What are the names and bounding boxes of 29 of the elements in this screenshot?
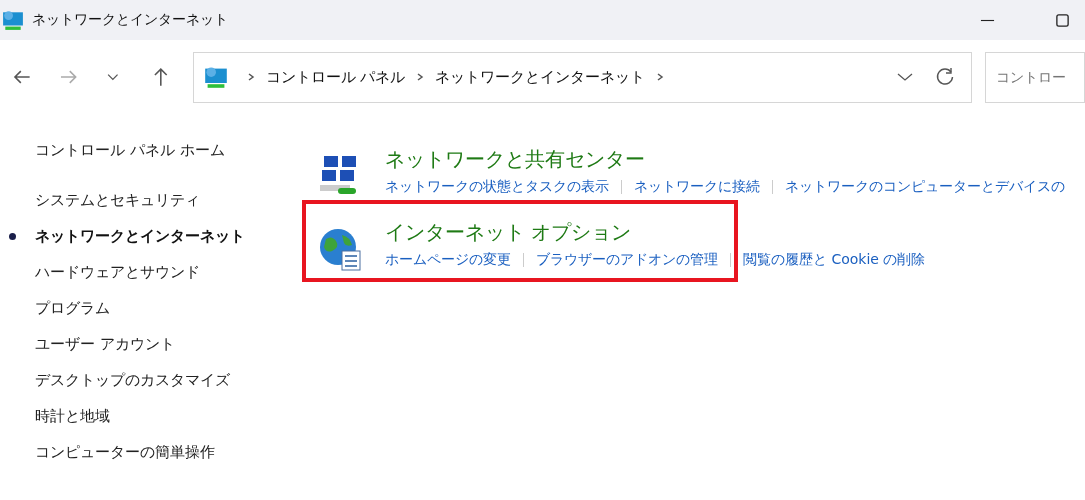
task-link[interactable]: ネットワークに接続 <box>634 178 760 196</box>
breadcrumb[interactable]: ネットワークとインターネット <box>435 67 646 87</box>
monitor-globe-icon <box>2 9 24 31</box>
sidebar-item[interactable]: ネットワークとインターネット <box>35 226 245 246</box>
address-bar[interactable]: コントロール パネル ネットワークとインターネット <box>192 51 972 103</box>
section-title-link[interactable]: インターネット オプション <box>385 219 632 246</box>
sidebar-item[interactable]: ハードウェアとサウンド <box>35 262 200 282</box>
search-field[interactable]: コントロー <box>985 51 1085 103</box>
refresh-icon[interactable] <box>935 67 955 87</box>
window-title: ネットワークとインターネット <box>32 11 228 29</box>
task-link[interactable]: 閲覧の履歴と Cookie の削除 <box>743 251 926 269</box>
sidebar-item[interactable]: コンピューターの簡単操作 <box>35 442 215 462</box>
task-link[interactable]: ブラウザーのアドオンの管理 <box>536 251 718 269</box>
chevron-right-icon <box>415 72 426 82</box>
task-link[interactable]: ネットワークの状態とタスクの表示 <box>385 178 609 196</box>
sidebar-item[interactable]: システムとセキュリティ <box>35 190 200 210</box>
maximize-icon[interactable] <box>1055 12 1070 28</box>
sidebar-item[interactable]: プログラム <box>35 298 110 318</box>
sidebar-item[interactable]: デスクトップのカスタマイズ <box>35 370 230 390</box>
section-title-link[interactable]: ネットワークと共有センター <box>385 146 645 173</box>
chevron-right-icon <box>655 72 666 82</box>
task-link[interactable]: ホームページの変更 <box>385 251 511 269</box>
sidebar-item[interactable]: ユーザー アカウント <box>35 334 175 354</box>
breadcrumb[interactable]: コントロール パネル <box>265 67 406 87</box>
task-link[interactable]: ネットワークのコンピューターとデバイスの <box>785 178 1065 196</box>
sidebar-item[interactable]: 時計と地域 <box>35 406 110 426</box>
monitor-globe-icon <box>203 65 228 89</box>
globe-checklist-icon <box>318 227 362 271</box>
sidebar-link[interactable]: コントロール パネル ホーム <box>35 141 225 160</box>
